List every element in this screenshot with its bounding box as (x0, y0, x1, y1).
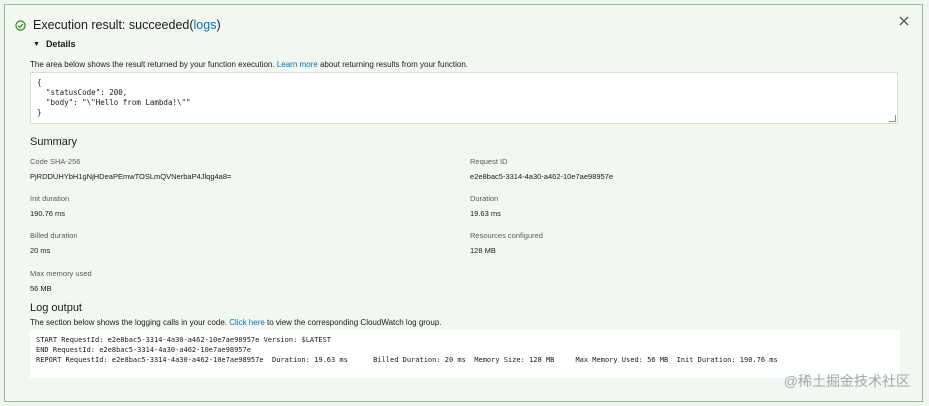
summary-title: Summary (30, 136, 78, 148)
logs-link[interactable]: logs (194, 18, 217, 32)
caret-down-icon: ▼ (33, 40, 40, 48)
details-description-text-end: about returning results from your functi… (317, 60, 469, 69)
code-sha-value: PjRDDUHYbH1gNjHDeaPEmwTOSLmQVNerbaP4Jlqg… (30, 172, 232, 181)
request-id-value: e2e8bac5-3314-4a30-a462-10e7ae98957e (470, 172, 614, 181)
max-memory-value: 56 MB (30, 284, 52, 293)
duration-label: Duration (470, 194, 499, 203)
details-description: The area below shows the result returned… (30, 60, 468, 69)
result-title: Execution result: succeeded (33, 18, 190, 32)
init-duration-label: Init duration (30, 194, 70, 203)
details-toggle[interactable]: ▼ Details (33, 39, 75, 49)
billed-duration-label: Billed duration (30, 231, 78, 240)
resize-handle[interactable] (889, 115, 896, 122)
details-label: Details (45, 39, 76, 49)
resources-configured-value: 128 MB (470, 246, 496, 255)
log-output-description: The section below shows the logging call… (30, 318, 442, 327)
details-description-text: The area below shows the result returned… (30, 60, 277, 69)
duration-value: 19.63 ms (470, 209, 501, 218)
log-output-text: START RequestId: e2e8bac5-3314-4a30-a462… (36, 336, 778, 364)
log-description-text-end: to view the corresponding CloudWatch log… (264, 318, 442, 327)
learn-more-link[interactable]: Learn more (277, 60, 318, 69)
code-sha-label: Code SHA-256 (30, 157, 81, 166)
result-code-area[interactable]: { "statusCode": 200, "body": "\"Hello fr… (30, 72, 898, 124)
request-id-label: Request ID (470, 157, 508, 166)
resources-configured-label: Resources configured (470, 231, 543, 240)
result-code-text: { "statusCode": 200, "body": "\"Hello fr… (37, 78, 191, 117)
execution-result-panel: Execution result: succeeded (logs) ▼ Det… (4, 4, 923, 402)
log-description-text: The section below shows the logging call… (30, 318, 230, 327)
result-header: Execution result: succeeded (logs) (15, 16, 221, 34)
paren-close: ) (216, 18, 221, 32)
watermark: @稀土掘金技术社区 (783, 373, 910, 389)
max-memory-label: Max memory used (30, 269, 92, 278)
close-icon[interactable] (898, 15, 910, 27)
init-duration-value: 190.76 ms (30, 209, 66, 218)
log-output-area[interactable]: START RequestId: e2e8bac5-3314-4a30-a462… (30, 330, 900, 378)
click-here-link[interactable]: Click here (229, 318, 265, 327)
check-circle-icon (15, 19, 26, 31)
log-output-title: Log output (30, 302, 82, 314)
billed-duration-value: 20 ms (30, 246, 51, 255)
